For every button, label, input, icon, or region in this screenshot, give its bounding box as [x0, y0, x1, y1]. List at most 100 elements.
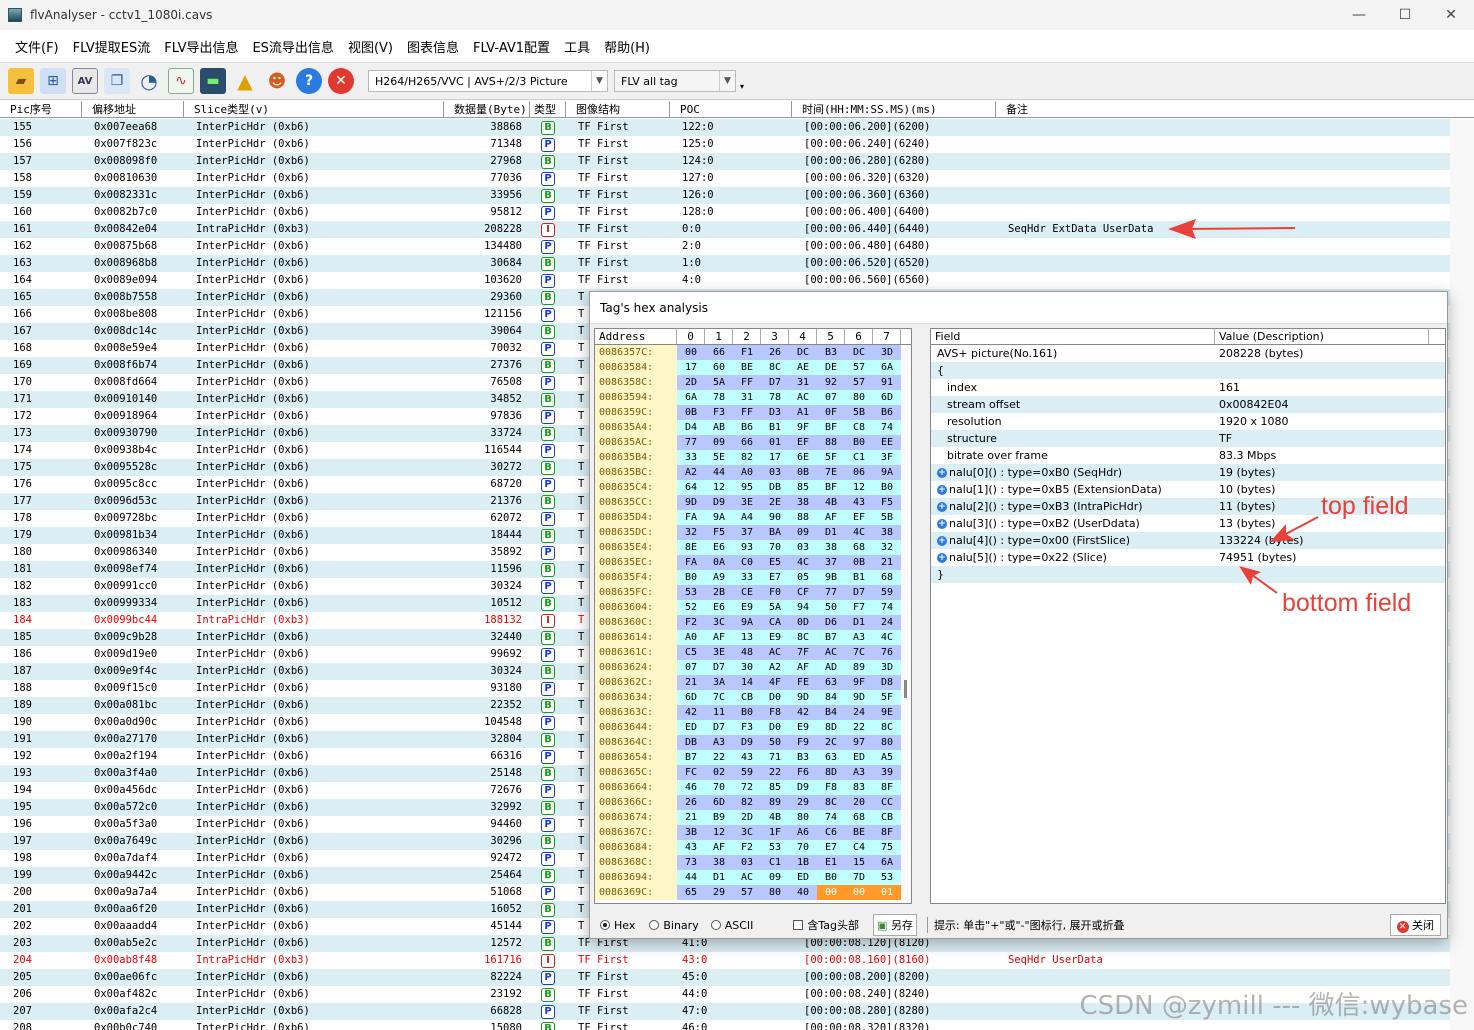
table-row[interactable]: 164 0x0089e094 InterPicHdr (0xb6) 103620 P TF…	[0, 272, 1450, 289]
expand-plus-icon[interactable]: +	[937, 485, 947, 495]
expand-plus-icon[interactable]: +	[937, 536, 947, 546]
table-row[interactable]: 161 0x00842e04 IntraPicHdr (0xb3) 208228 I TF…	[0, 221, 1450, 238]
monitor-icon[interactable]: ▬	[200, 68, 226, 94]
cell-data-size: 30296	[490, 835, 522, 847]
toolbar-overflow-icon[interactable]: ▾	[740, 82, 744, 91]
cell-data-size: 95812	[490, 206, 522, 218]
menu-bar: 文件(F) FLV提取ES流 FLV导出信息 ES流导出信息 视图(V) 图表信…	[0, 30, 1474, 62]
cell-offset: 0x008f6b74	[94, 359, 158, 371]
table-row[interactable]: 159 0x0082331c InterPicHdr (0xb6) 33956 B TF …	[0, 187, 1450, 204]
hex-scroll-thumb[interactable]	[904, 680, 907, 698]
expand-plus-icon[interactable]: +	[937, 519, 947, 529]
field-row[interactable]: + nalu[5]() : type=0x22 (Slice) 74951 (byt…	[931, 549, 1445, 566]
hex-byte: DC	[845, 345, 873, 360]
save-as-button[interactable]: ▣ 另存	[873, 914, 917, 936]
expand-plus-icon[interactable]: +	[937, 553, 947, 563]
close-window-button[interactable]: ✕	[1428, 0, 1474, 30]
cell-slice-type: InterPicHdr (0xb6)	[196, 478, 310, 490]
cell-frame-type: B	[530, 595, 566, 612]
close-circle-icon[interactable]: ✕	[328, 68, 354, 94]
col-offset[interactable]: 偏移地址	[82, 101, 184, 118]
col-picture-structure[interactable]: 图像结构	[566, 101, 670, 118]
cell-offset: 0x008dc14c	[94, 325, 158, 337]
hex-byte: 01	[873, 885, 901, 900]
table-row[interactable]: 160 0x0082b7c0 InterPicHdr (0xb6) 95812 P TF …	[0, 204, 1450, 221]
table-row[interactable]: 204 0x00ab8f48 IntraPicHdr (0xb3) 161716 I TF…	[0, 952, 1450, 969]
hex-byte: B4	[817, 705, 845, 720]
table-row[interactable]: 155 0x007eea68 InterPicHdr (0xb6) 38868 B TF …	[0, 119, 1450, 136]
user-icon[interactable]: ☻	[264, 68, 290, 94]
hex-byte: AF	[789, 660, 817, 675]
radio-binary[interactable]: Binary	[649, 919, 699, 932]
hex-byte: 17	[761, 450, 789, 465]
menu-help[interactable]: 帮助(H)	[597, 37, 657, 56]
menu-view[interactable]: 视图(V)	[341, 37, 400, 56]
warning-icon[interactable]: ▲	[232, 68, 258, 94]
menu-es-export[interactable]: ES流导出信息	[245, 37, 340, 56]
hex-byte: A3	[845, 630, 873, 645]
expand-plus-icon[interactable]: +	[937, 468, 947, 478]
field-name-cell: + nalu[1]() : type=0xB5 (ExtensionData)	[931, 481, 1215, 498]
table-row[interactable]: 157 0x008098f0 InterPicHdr (0xb6) 27968 B TF …	[0, 153, 1450, 170]
hex-byte: 2C	[817, 735, 845, 750]
cell-frame-type: P	[530, 340, 566, 357]
col-pic-index[interactable]: Pic序号	[0, 101, 82, 118]
table-row[interactable]: 158 0x00810630 InterPicHdr (0xb6) 77036 P TF …	[0, 170, 1450, 187]
menu-tools[interactable]: 工具	[557, 37, 597, 56]
radio-hex[interactable]: Hex	[600, 919, 635, 932]
cell-frame-type: B	[530, 357, 566, 374]
menu-chart[interactable]: 图表信息	[400, 37, 466, 56]
col-data-size[interactable]: 数据量(Byte)	[444, 101, 530, 118]
table-row[interactable]: 205 0x00ae06fc InterPicHdr (0xb6) 82224 P TF …	[0, 969, 1450, 986]
menu-flv-av1-config[interactable]: FLV-AV1配置	[466, 37, 557, 56]
frame-type-badge: B	[541, 630, 555, 645]
radio-ascii[interactable]: ASCII	[710, 919, 753, 932]
tag-header-checkbox[interactable]: 含Tag头部	[793, 917, 859, 933]
hex-byte: C1	[761, 855, 789, 870]
hex-scrollbar[interactable]	[901, 345, 911, 903]
field-row[interactable]: + nalu[4]() : type=0x00 (FirstSlice) 13322…	[931, 532, 1445, 549]
table-row[interactable]: 156 0x007f823c InterPicHdr (0xb6) 71348 P TF …	[0, 136, 1450, 153]
col-type[interactable]: 类型	[530, 101, 566, 118]
col-remark[interactable]: 备注	[996, 101, 1470, 118]
chart-icon[interactable]: ∿	[168, 68, 194, 94]
col-poc[interactable]: POC	[670, 101, 792, 118]
cell-offset: 0x00a27170	[94, 733, 158, 745]
hex-byte: 8C	[873, 720, 901, 735]
av-icon[interactable]: AV	[72, 68, 98, 94]
menu-flv-export[interactable]: FLV导出信息	[157, 37, 245, 56]
cell-pic-index: 188	[13, 682, 32, 694]
cell-data-size: 27968	[490, 155, 522, 167]
hex-byte: 68	[845, 540, 873, 555]
copy-icon[interactable]: ❐	[104, 68, 130, 94]
hex-byte: 6E	[789, 450, 817, 465]
table-row[interactable]: 162 0x00875b68 InterPicHdr (0xb6) 134480 P TF…	[0, 238, 1450, 255]
col-slice-type[interactable]: Slice类型(v)	[184, 101, 444, 118]
field-value: 0x00842E04	[1219, 398, 1289, 411]
cell-slice-type: InterPicHdr (0xb6)	[196, 427, 310, 439]
minimize-button[interactable]: —	[1336, 0, 1382, 30]
hex-byte: B0	[677, 570, 705, 585]
table-row[interactable]: 163 0x008968b8 InterPicHdr (0xb6) 30684 B TF …	[0, 255, 1450, 272]
hex-byte: 6A	[677, 390, 705, 405]
cell-data-size: 25148	[490, 767, 522, 779]
hex-byte: 57	[845, 375, 873, 390]
cell-data-size: 27376	[490, 359, 522, 371]
col-time[interactable]: 时间(HH:MM:SS.MS)(ms)	[792, 101, 996, 118]
tag-select[interactable]: FLV all tag ▼	[614, 70, 736, 92]
help-icon[interactable]: ?	[296, 68, 322, 94]
field-row[interactable]: + nalu[0]() : type=0xB0 (SeqHdr) 19 (bytes…	[931, 464, 1445, 481]
cell-frame-type: B	[530, 187, 566, 204]
close-dialog-button[interactable]: ✕ 关闭	[1389, 914, 1441, 936]
maximize-button[interactable]: ☐	[1382, 0, 1428, 30]
menu-file[interactable]: 文件(F)	[8, 37, 66, 56]
codec-select[interactable]: H264/H265/VVC | AVS+/2/3 Picture ▼	[368, 70, 608, 92]
hex-byte: D9	[733, 735, 761, 750]
hex-byte: F5	[705, 525, 733, 540]
expand-plus-icon[interactable]: +	[937, 502, 947, 512]
menu-flv-extract-es[interactable]: FLV提取ES流	[66, 37, 158, 56]
open-folder-icon[interactable]: ▰	[8, 68, 34, 94]
vertical-scrollbar[interactable]	[1450, 119, 1474, 1030]
network-icon[interactable]: ⊞	[40, 68, 66, 94]
clock-icon[interactable]: ◔	[136, 68, 162, 94]
